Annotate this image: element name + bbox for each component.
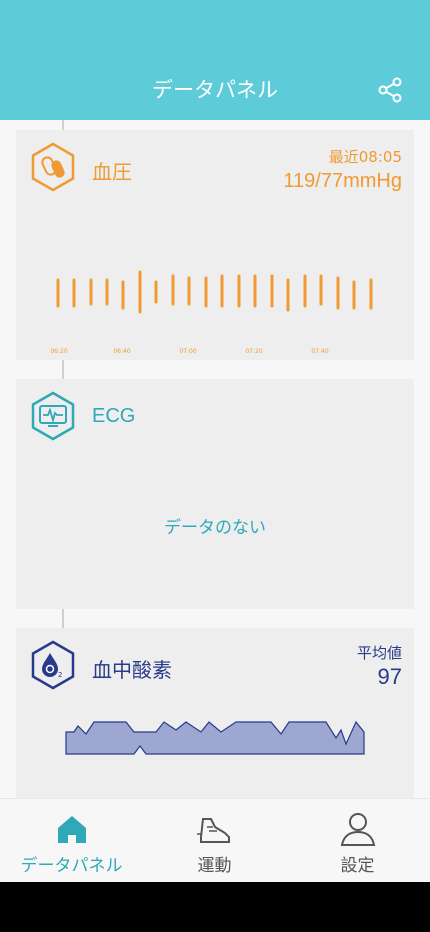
timeline-connector bbox=[62, 120, 64, 130]
tab-label: 設定 bbox=[340, 856, 375, 876]
tab-label: 運動 bbox=[197, 856, 232, 876]
share-icon[interactable] bbox=[376, 76, 404, 104]
tab-data-panel[interactable]: データパネル bbox=[0, 799, 143, 883]
tab-bar: データパネル 運動 設定 bbox=[0, 798, 430, 882]
blood-pressure-chart: 06:20 06:40 07:00 07:20 07:40 bbox=[50, 270, 373, 355]
person-icon bbox=[340, 813, 375, 846]
x-tick-label: 07:20 bbox=[245, 348, 262, 355]
average-value: 97 bbox=[377, 664, 402, 689]
oxygen-drop-icon: 2 bbox=[31, 640, 75, 690]
x-tick-label: 07:40 bbox=[311, 348, 328, 355]
x-tick-label: 07:00 bbox=[179, 348, 196, 355]
app-header: データパネル bbox=[0, 0, 430, 120]
svg-text:2: 2 bbox=[58, 671, 62, 679]
timeline-connector bbox=[62, 609, 64, 628]
ecg-title: ECG bbox=[92, 405, 136, 427]
x-tick-label: 06:20 bbox=[50, 348, 67, 355]
average-label: 平均値 bbox=[356, 644, 402, 662]
blood-oxygen-chart bbox=[65, 720, 365, 755]
page-title: データパネル bbox=[152, 78, 278, 102]
blood-pressure-card[interactable]: 血圧 最近08:05 119/77mmHg 06:20 06:40 07:00 07:… bbox=[16, 130, 414, 360]
system-navigation-bar bbox=[0, 882, 430, 932]
capsule-icon bbox=[31, 142, 75, 192]
timeline-connector bbox=[62, 360, 64, 379]
ecg-monitor-icon bbox=[31, 391, 75, 441]
tab-label: データパネル bbox=[20, 856, 123, 876]
ecg-card[interactable]: ECG データのない bbox=[16, 379, 414, 609]
shoe-icon bbox=[196, 818, 230, 843]
blood-oxygen-card[interactable]: 2 血中酸素 平均値 97 bbox=[16, 628, 414, 798]
blood-pressure-title: 血圧 bbox=[92, 160, 132, 184]
tab-exercise[interactable]: 運動 bbox=[143, 799, 286, 883]
latest-time-label: 最近08:05 bbox=[328, 148, 402, 166]
no-data-text: データのない bbox=[164, 518, 266, 538]
home-icon bbox=[57, 816, 86, 843]
tab-settings[interactable]: 設定 bbox=[286, 799, 429, 883]
blood-oxygen-title: 血中酸素 bbox=[92, 658, 172, 682]
x-tick-label: 06:40 bbox=[113, 348, 130, 355]
blood-pressure-value: 119/77mmHg bbox=[283, 170, 402, 192]
